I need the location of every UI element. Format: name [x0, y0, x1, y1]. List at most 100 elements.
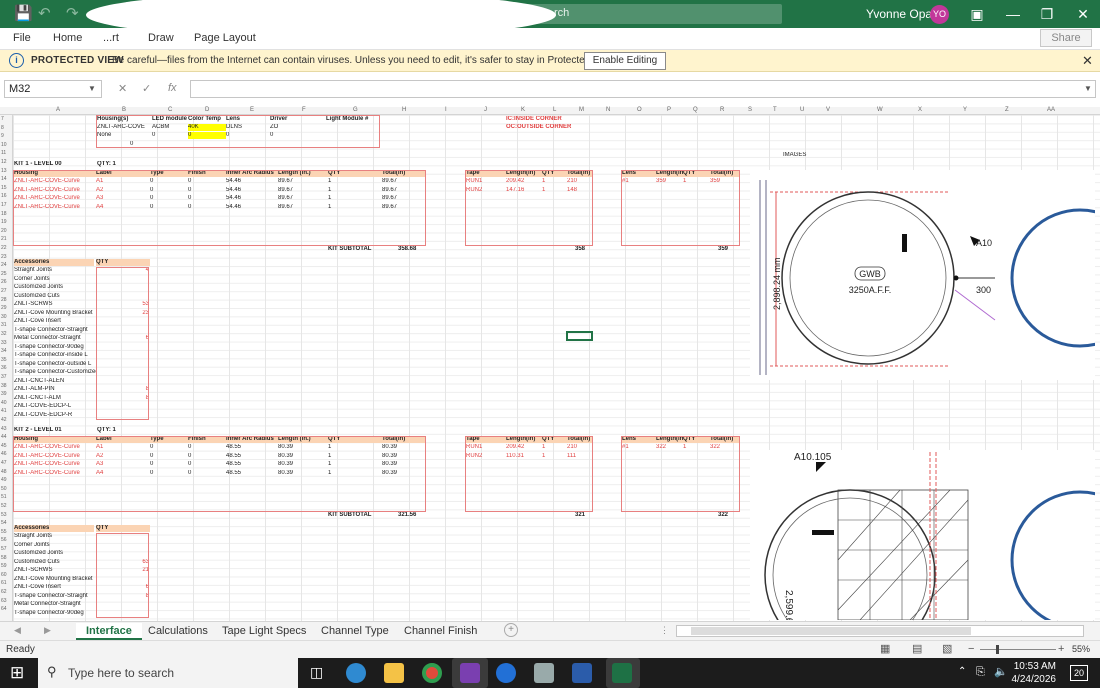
column-header[interactable]: M: [579, 107, 584, 113]
column-header[interactable]: O: [637, 107, 642, 113]
accessory-name[interactable]: T-shape Connector-Straight: [14, 327, 96, 334]
row-header[interactable]: 17: [1, 202, 7, 208]
column-header[interactable]: W: [877, 107, 883, 113]
app-icon-2[interactable]: [534, 663, 554, 683]
share-button[interactable]: Share: [1040, 29, 1092, 47]
kit-subtotal[interactable]: 358.68: [398, 246, 426, 253]
accessory-name[interactable]: ZNLT-CNCT-ALM: [14, 395, 96, 402]
more-icon[interactable]: ⋮: [660, 625, 669, 636]
column-header[interactable]: S: [748, 107, 752, 113]
column-header[interactable]: Z: [1005, 107, 1009, 113]
row-header[interactable]: 15: [1, 185, 7, 191]
row-header[interactable]: 32: [1, 331, 7, 337]
word-icon[interactable]: [572, 663, 592, 683]
enter-icon[interactable]: ✓: [142, 82, 151, 95]
row-header[interactable]: 10: [1, 142, 7, 148]
row-header[interactable]: 51: [1, 494, 7, 500]
column-header[interactable]: H: [402, 107, 406, 113]
row-header[interactable]: 61: [1, 580, 7, 586]
row-header[interactable]: 46: [1, 451, 7, 457]
column-header[interactable]: C: [168, 107, 172, 113]
enable-editing-button[interactable]: Enable Editing: [584, 52, 666, 70]
row-header[interactable]: 37: [1, 374, 7, 380]
excel-icon[interactable]: [612, 663, 632, 683]
add-sheet-icon[interactable]: +: [504, 623, 518, 637]
zoom-level[interactable]: 55%: [1072, 644, 1090, 654]
accessories-qty-header[interactable]: QTY: [96, 524, 150, 532]
row-header[interactable]: 58: [1, 555, 7, 561]
row-header[interactable]: 53: [1, 512, 7, 518]
chevron-down-icon[interactable]: ▼: [88, 84, 96, 93]
row-header[interactable]: 56: [1, 537, 7, 543]
taskbar-search[interactable]: ⚲ Type here to search: [38, 658, 298, 688]
row-header[interactable]: 52: [1, 503, 7, 509]
row-header[interactable]: 11: [1, 150, 6, 156]
column-header[interactable]: L: [553, 107, 556, 113]
column-header[interactable]: AA: [1047, 107, 1055, 113]
accessory-name[interactable]: Customized Cuts: [14, 293, 96, 300]
network-icon[interactable]: ⎘: [976, 666, 985, 679]
menu-page-layout[interactable]: Page Layout: [194, 32, 256, 44]
row-header[interactable]: 42: [1, 417, 7, 423]
lens-total[interactable]: 359: [718, 246, 740, 253]
windows-start-icon[interactable]: ⊞: [10, 663, 24, 683]
column-header[interactable]: E: [250, 107, 254, 113]
row-header[interactable]: 62: [1, 589, 7, 595]
row-header[interactable]: 20: [1, 228, 7, 234]
function-icon[interactable]: fx: [168, 82, 177, 94]
row-header[interactable]: 13: [1, 168, 7, 174]
row-header[interactable]: 12: [1, 159, 7, 165]
tray-chevron-icon[interactable]: ⌃: [958, 666, 966, 677]
maximize-icon[interactable]: ❐: [1032, 3, 1062, 25]
accessories-qty-header[interactable]: QTY: [96, 258, 150, 266]
column-header[interactable]: D: [205, 107, 209, 113]
clock-time[interactable]: 10:53 AM: [1012, 661, 1056, 672]
minimize-icon[interactable]: —: [998, 3, 1028, 25]
accessory-name[interactable]: Customized Joints: [14, 550, 96, 557]
row-header[interactable]: 64: [1, 606, 7, 612]
tab-channel-type[interactable]: Channel Type: [311, 623, 399, 640]
normal-view-icon[interactable]: ▦: [880, 642, 890, 655]
menu-insert[interactable]: ...rt: [103, 32, 119, 44]
row-header[interactable]: 40: [1, 400, 7, 406]
row-header[interactable]: 49: [1, 477, 7, 483]
row-header[interactable]: 28: [1, 297, 7, 303]
accessory-name[interactable]: ZNLT-ALM-PIN: [14, 386, 96, 393]
row-header[interactable]: 19: [1, 219, 7, 225]
menu-home[interactable]: Home: [53, 32, 82, 44]
zoom-slider-thumb[interactable]: [996, 645, 999, 654]
kit-title[interactable]: KIT 1 - LEVEL 00: [14, 161, 94, 168]
column-header[interactable]: F: [302, 107, 306, 113]
row-header[interactable]: 31: [1, 322, 7, 328]
row-header[interactable]: 47: [1, 460, 7, 466]
column-header[interactable]: J: [484, 107, 487, 113]
column-header[interactable]: P: [667, 107, 671, 113]
accessories-header[interactable]: Accessories: [14, 258, 94, 266]
row-header[interactable]: 35: [1, 357, 7, 363]
column-header[interactable]: X: [918, 107, 922, 113]
row-header[interactable]: 23: [1, 254, 7, 260]
chrome-icon[interactable]: [422, 663, 442, 683]
row-header[interactable]: 39: [1, 391, 7, 397]
row-headers[interactable]: 7 8 9 10 11 12 13 14 15 16 17 18 19 20 21 22 23 24 25 26 27 2…: [0, 115, 13, 621]
accessory-name[interactable]: T-shape Connector-Straight: [14, 593, 96, 600]
row-header[interactable]: 33: [1, 340, 7, 346]
selected-cell[interactable]: [566, 331, 593, 341]
accessory-name[interactable]: Customized Cuts: [14, 559, 96, 566]
row-header[interactable]: 22: [1, 245, 7, 251]
zoom-out-icon[interactable]: −: [968, 643, 974, 655]
accessory-name[interactable]: T-shape Connector-inside L: [14, 352, 96, 359]
chevron-right-icon[interactable]: ▶: [44, 625, 51, 636]
cad-drawing-2[interactable]: A10.105 2,599.65 mm: [750, 450, 1095, 620]
row-header[interactable]: 14: [1, 176, 7, 182]
row-header[interactable]: 41: [1, 408, 7, 414]
accessories-header[interactable]: Accessories: [14, 524, 94, 532]
formula-input[interactable]: [190, 80, 1096, 98]
column-header[interactable]: N: [606, 107, 610, 113]
accessory-name[interactable]: ZNLT-Cove Mounting Bracket: [14, 310, 96, 317]
column-header[interactable]: G: [353, 107, 358, 113]
avatar[interactable]: YO: [930, 5, 949, 24]
accessory-name[interactable]: Metal Connector-Straight: [14, 601, 96, 608]
zoom-slider[interactable]: [980, 649, 1056, 650]
column-header[interactable]: Q: [693, 107, 698, 113]
